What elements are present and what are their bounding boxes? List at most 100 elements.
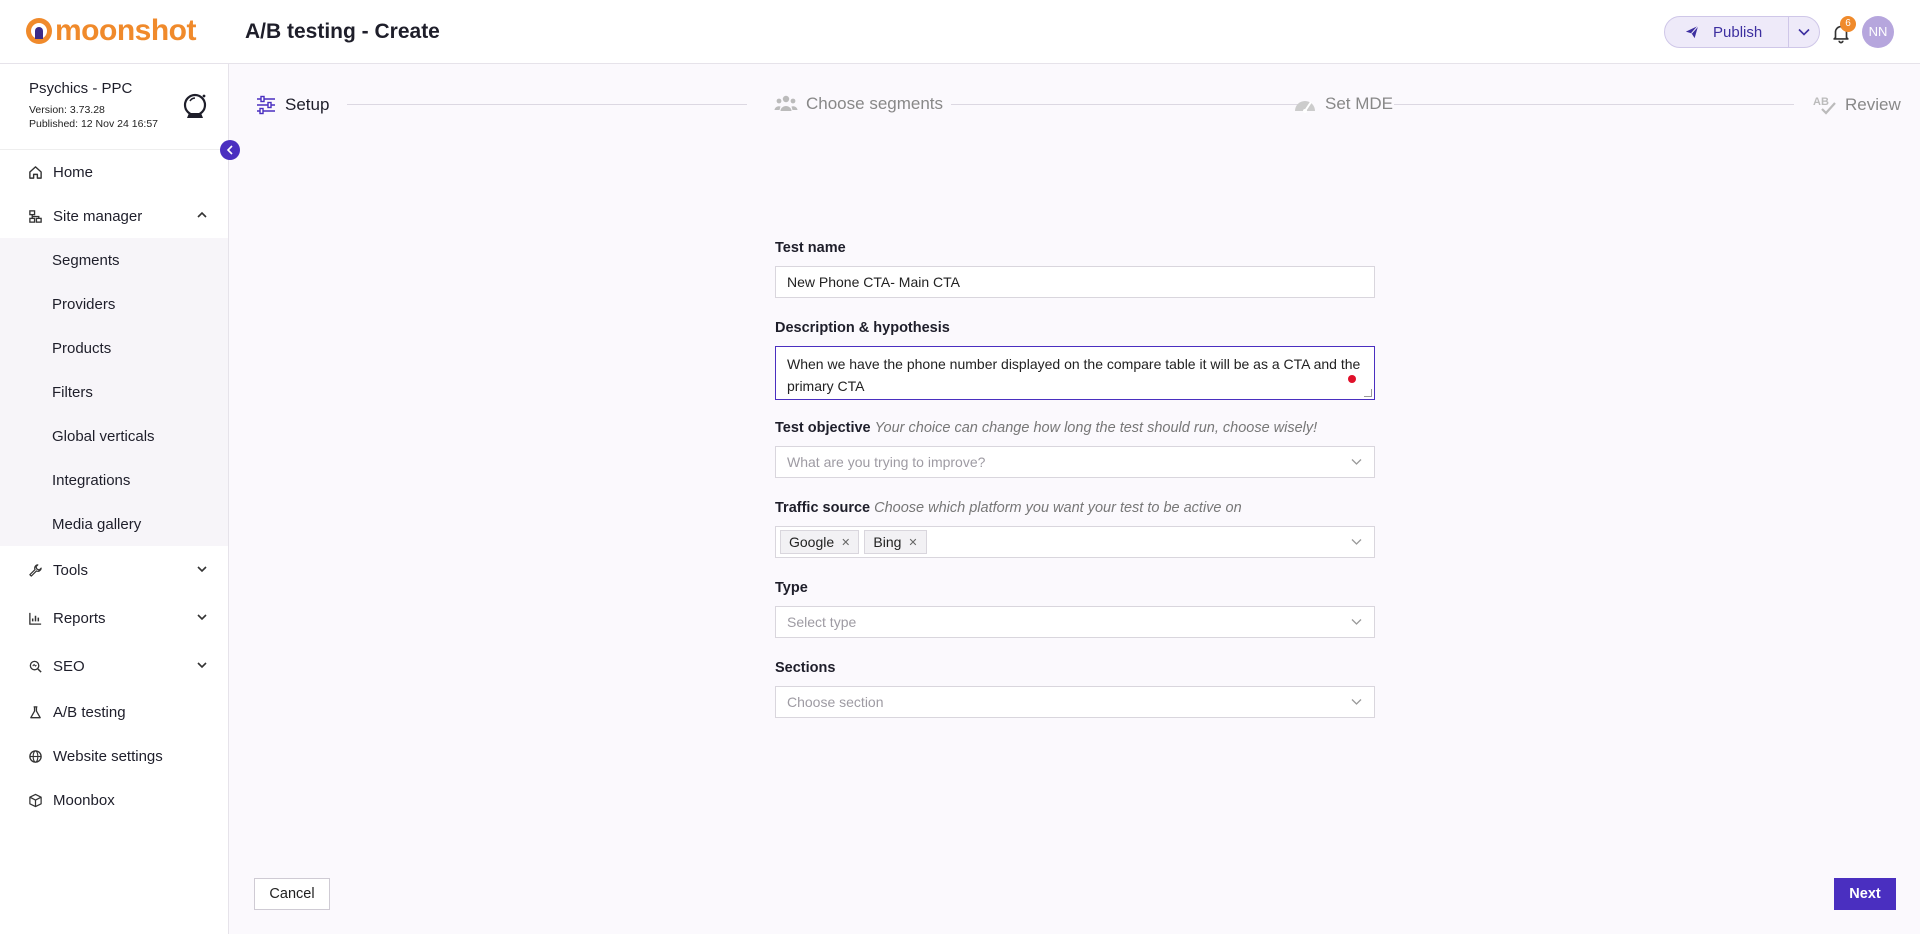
sidebar-item-label: Reports — [53, 609, 106, 627]
chevron-down-icon — [197, 566, 207, 573]
top-bar: moonshot A/B testing - Create Publish 6 … — [0, 0, 1920, 64]
test-name-label: Test name — [775, 240, 846, 256]
chevron-left-icon — [226, 145, 233, 155]
step-connector — [347, 104, 747, 105]
step-setup[interactable]: Setup — [255, 94, 329, 116]
tag-label: Bing — [873, 534, 902, 550]
test-objective-select[interactable]: What are you trying to improve? — [775, 446, 1375, 478]
traffic-tag-google: Google ✕ — [780, 530, 860, 554]
stepper: Setup Choose segments Set MDE AB Review — [229, 64, 1920, 144]
sidebar-item-label: Website settings — [53, 747, 163, 765]
remove-tag-icon[interactable]: ✕ — [841, 536, 850, 549]
globe-icon — [28, 749, 43, 764]
description-textarea[interactable]: When we have the phone number displayed … — [775, 346, 1375, 400]
description-text: When we have the phone number displayed … — [787, 356, 1361, 394]
sections-label: Sections — [775, 660, 836, 676]
sidebar-item-site-manager[interactable]: Site manager — [0, 194, 228, 238]
publish-options-button[interactable] — [1789, 28, 1819, 36]
ab-check-icon: AB — [1813, 96, 1836, 115]
page-title: A/B testing - Create — [245, 20, 440, 43]
step-label: Setup — [285, 95, 330, 114]
sidebar-item-label: A/B testing — [53, 703, 126, 721]
moonshot-logo[interactable]: moonshot — [26, 16, 196, 46]
sidebar-item-website-settings[interactable]: Website settings — [0, 734, 228, 778]
avatar[interactable]: NN — [1862, 16, 1894, 48]
chevron-down-icon — [1351, 619, 1362, 625]
type-label: Type — [775, 580, 808, 596]
chevron-up-icon — [197, 211, 207, 218]
test-objective-hint: Your choice can change how long the test… — [874, 420, 1318, 436]
sidebar: Psychics - PPC Version: 3.73.28 Publishe… — [0, 64, 229, 934]
traffic-source-label: Traffic source — [775, 500, 871, 516]
sidebar-item-integrations[interactable]: Integrations — [0, 458, 228, 502]
users-icon — [774, 95, 798, 111]
sections-placeholder: Choose section — [787, 694, 884, 710]
cancel-button[interactable]: Cancel — [254, 878, 330, 910]
test-objective-placeholder: What are you trying to improve? — [787, 454, 986, 470]
step-review[interactable]: AB Review — [1813, 94, 1901, 116]
sidebar-item-seo[interactable]: SEO — [0, 642, 228, 690]
sliders-icon — [257, 95, 275, 115]
remove-tag-icon[interactable]: ✕ — [908, 536, 917, 549]
site-info: Psychics - PPC Version: 3.73.28 Publishe… — [0, 64, 228, 150]
recording-dot-icon — [1348, 375, 1356, 383]
test-name-input[interactable]: New Phone CTA- Main CTA — [775, 266, 1375, 298]
box-icon — [28, 793, 43, 808]
step-label: Choose segments — [806, 94, 944, 113]
sidebar-item-label: Moonbox — [53, 791, 115, 809]
sidebar-item-ab-testing[interactable]: A/B testing — [0, 690, 228, 734]
type-select[interactable]: Select type — [775, 606, 1375, 638]
svg-text:AB: AB — [1813, 96, 1829, 108]
sidebar-item-global-verticals[interactable]: Global verticals — [0, 414, 228, 458]
sidebar-item-label: Home — [53, 163, 94, 181]
sidebar-item-filters[interactable]: Filters — [0, 370, 228, 414]
type-placeholder: Select type — [787, 614, 857, 630]
chevron-down-icon — [1351, 539, 1362, 545]
chevron-down-icon — [1798, 28, 1810, 36]
traffic-tag-bing: Bing ✕ — [864, 530, 927, 554]
sidebar-item-home[interactable]: Home — [0, 150, 228, 194]
ab-test-form: Test name New Phone CTA- Main CTA Descri… — [775, 240, 1375, 740]
publish-group: Publish — [1664, 16, 1820, 48]
step-connector — [1394, 104, 1794, 105]
home-icon — [28, 165, 43, 180]
traffic-source-hint: Choose which platform you want your test… — [874, 500, 1242, 516]
chevron-down-icon — [1351, 699, 1362, 705]
step-label: Set MDE — [1325, 94, 1394, 113]
sidebar-item-moonbox[interactable]: Moonbox — [0, 778, 228, 822]
chevron-down-icon — [197, 614, 207, 621]
sidebar-item-segments[interactable]: Segments — [0, 238, 228, 282]
sidebar-item-label: Tools — [53, 561, 89, 579]
sidebar-item-media-gallery[interactable]: Media gallery — [0, 502, 228, 546]
description-label: Description & hypothesis — [775, 320, 950, 336]
step-label: Review — [1845, 95, 1901, 114]
flask-icon — [28, 705, 43, 720]
sidebar-item-tools[interactable]: Tools — [0, 546, 228, 594]
gauge-icon — [1295, 101, 1315, 113]
step-set-mde[interactable]: Set MDE — [1293, 94, 1393, 114]
publish-button[interactable]: Publish — [1665, 17, 1789, 47]
sections-select[interactable]: Choose section — [775, 686, 1375, 718]
next-button[interactable]: Next — [1834, 878, 1896, 910]
step-connector — [951, 104, 1311, 105]
moonshot-logo-icon — [26, 18, 52, 44]
chevron-down-icon — [1351, 459, 1362, 465]
sidebar-item-reports[interactable]: Reports — [0, 594, 228, 642]
crystal-ball-icon — [183, 93, 207, 118]
step-choose-segments[interactable]: Choose segments — [774, 94, 943, 114]
sidebar-item-label: SEO — [53, 657, 85, 675]
paper-plane-icon — [1685, 25, 1699, 39]
traffic-source-select[interactable]: Google ✕ Bing ✕ — [775, 526, 1375, 558]
collapse-sidebar-button[interactable] — [220, 140, 240, 160]
tag-label: Google — [789, 534, 835, 550]
test-objective-label: Test objective — [775, 420, 871, 436]
publish-label: Publish — [1713, 23, 1763, 41]
resize-grip-icon[interactable] — [1364, 389, 1372, 397]
chevron-down-icon — [197, 662, 207, 669]
site-manager-submenu: Segments Providers Products Filters Glob… — [0, 238, 228, 546]
chart-icon — [28, 611, 43, 626]
sidebar-item-products[interactable]: Products — [0, 326, 228, 370]
wrench-icon — [28, 563, 43, 578]
sidebar-item-providers[interactable]: Providers — [0, 282, 228, 326]
seo-icon — [28, 659, 43, 674]
